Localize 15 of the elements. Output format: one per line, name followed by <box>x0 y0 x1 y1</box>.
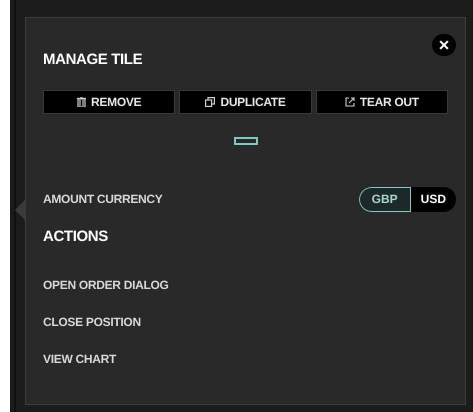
action-menu-item[interactable]: CLOSE POSITION <box>43 313 141 331</box>
section-title: ACTIONS <box>43 226 109 246</box>
setting-label: AMOUNT CURRENCY <box>43 191 162 208</box>
close-button[interactable]: × <box>432 34 456 56</box>
action-menu-item[interactable]: VIEW CHART <box>43 350 116 368</box>
copy-icon <box>205 96 216 106</box>
tile-action-button[interactable]: TEAR OUT <box>316 90 448 114</box>
tile-action-button[interactable]: DUPLICATE <box>179 90 312 114</box>
trash-icon <box>77 96 86 106</box>
panel-title: MANAGE TILE <box>43 50 142 70</box>
currency-option[interactable]: GBP <box>358 186 411 212</box>
action-menu-item[interactable]: OPEN ORDER DIALOG <box>43 276 169 294</box>
tile-action-button[interactable]: REMOVE <box>43 90 176 114</box>
external-link-icon <box>344 96 355 106</box>
handle-icon[interactable] <box>234 136 258 144</box>
